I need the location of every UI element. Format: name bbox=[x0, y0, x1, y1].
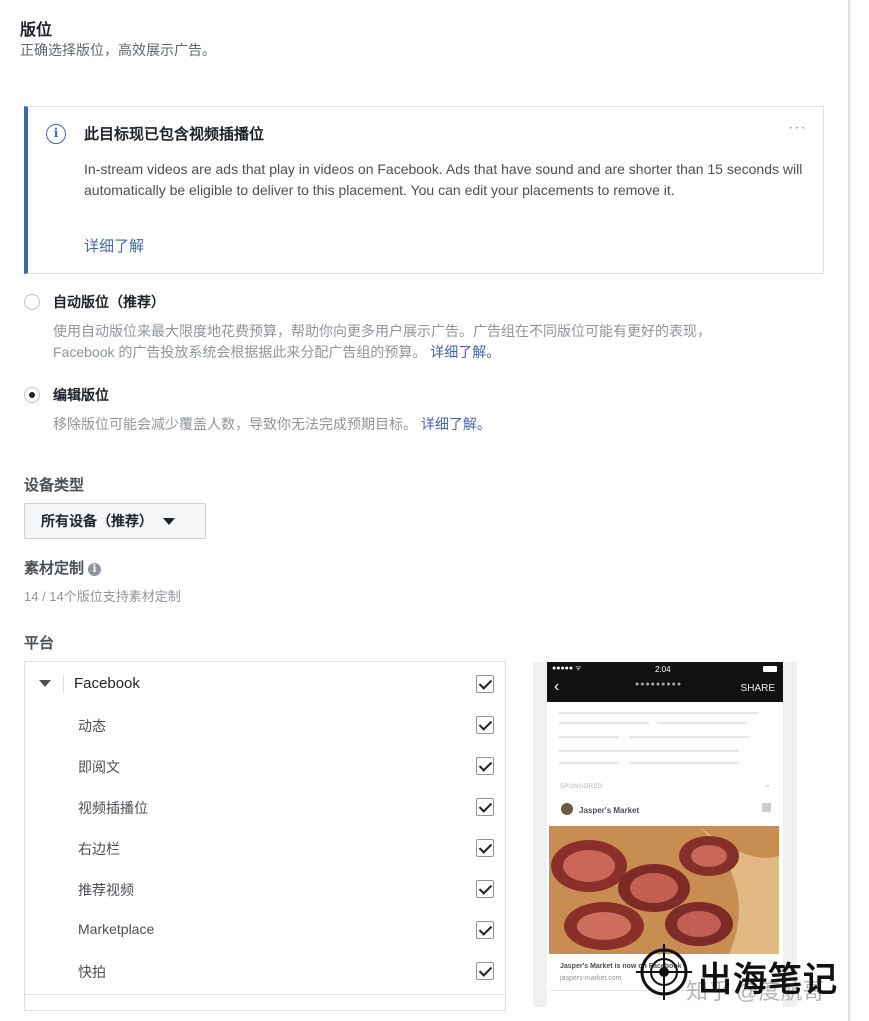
platform-item[interactable]: 快拍 bbox=[25, 950, 505, 991]
placeholder-line bbox=[629, 762, 739, 764]
platform-item-label: 动态 bbox=[78, 718, 106, 734]
placeholder-line bbox=[629, 736, 749, 738]
info-icon[interactable]: i bbox=[88, 563, 102, 576]
placeholder-line bbox=[559, 736, 619, 738]
placeholder-line bbox=[559, 762, 619, 764]
platform-item-label: 即阅文 bbox=[78, 759, 120, 775]
watermark: 知乎 @度航哥 出海笔记 bbox=[636, 942, 856, 1004]
sponsored-label: SPONSORED bbox=[560, 784, 603, 790]
platform-item[interactable]: 即阅文 bbox=[25, 745, 505, 786]
section-title: 版位 bbox=[20, 22, 53, 39]
checkbox[interactable] bbox=[476, 839, 494, 857]
status-time: 2:04 bbox=[655, 665, 671, 674]
platform-item[interactable]: 动态 bbox=[25, 704, 505, 745]
radio-description: 移除版位可能会减少覆盖人数，导致你无法完成预期目标。 详细了解。 bbox=[53, 416, 491, 432]
back-arrow-icon: ‹ bbox=[554, 678, 560, 695]
notice-title: 此目标现已包含视频插播位 bbox=[84, 126, 265, 143]
share-label: SHARE bbox=[740, 683, 775, 694]
page-name: Jasper's Market bbox=[579, 806, 640, 815]
radio-button[interactable] bbox=[24, 294, 40, 310]
placeholder-line bbox=[559, 750, 739, 752]
platform-item-label: Marketplace bbox=[78, 921, 155, 937]
checkbox[interactable] bbox=[476, 880, 494, 898]
learn-more-link[interactable]: 详细了解。 bbox=[430, 344, 500, 360]
divider bbox=[25, 994, 505, 995]
radio-label: 自动版位（推荐） bbox=[53, 294, 165, 310]
notice-banner: i 此目标现已包含视频插播位 ··· In-stream videos are … bbox=[24, 106, 824, 274]
platform-item[interactable]: Marketplace bbox=[25, 909, 505, 950]
platform-item-label: 推荐视频 bbox=[78, 882, 134, 898]
more-options-icon[interactable]: ··· bbox=[788, 119, 807, 137]
signal-icon: ●●●●● ᯤ bbox=[552, 665, 582, 672]
watermark-text: 出海笔记 bbox=[698, 961, 838, 999]
platform-item-label: 视频插播位 bbox=[78, 800, 148, 816]
radio-button[interactable] bbox=[24, 387, 40, 403]
platform-group-facebook[interactable]: Facebook bbox=[25, 663, 505, 704]
asset-customization-info: 14 / 14个版位支持素材定制 bbox=[24, 589, 181, 604]
collapse-caret-icon[interactable] bbox=[39, 680, 51, 687]
platform-item[interactable]: 视频插播位 bbox=[25, 786, 505, 827]
device-type-dropdown[interactable]: 所有设备（推荐） bbox=[24, 503, 206, 539]
platform-item-label: 快拍 bbox=[78, 964, 106, 980]
info-icon: i bbox=[46, 124, 66, 144]
checkbox[interactable] bbox=[476, 798, 494, 816]
caret-down-icon bbox=[163, 517, 175, 525]
section-subtitle: 正确选择版位，高效展示广告。 bbox=[20, 42, 216, 58]
learn-more-link[interactable]: 详细了解。 bbox=[421, 416, 491, 432]
platforms-label: 平台 bbox=[24, 635, 55, 652]
placeholder-line bbox=[559, 712, 759, 714]
platform-list: Facebook 动态 即阅文 视频插播位 右边栏 推荐视频 Marketpla… bbox=[24, 661, 506, 1011]
checkbox[interactable] bbox=[476, 921, 494, 939]
device-type-label: 设备类型 bbox=[24, 477, 85, 494]
phone-status-bar: ●●●●● ᯤ 2:04 ‹ ●●●●●●●●● SHARE bbox=[547, 662, 783, 702]
page-avatar bbox=[561, 803, 573, 815]
placeholder-line bbox=[559, 722, 649, 724]
divider bbox=[63, 675, 64, 693]
radio-label: 编辑版位 bbox=[53, 387, 109, 403]
asset-customization-label: 素材定制 i bbox=[24, 557, 102, 578]
notice-learn-more-link[interactable]: 详细了解 bbox=[84, 235, 144, 256]
placeholder-line bbox=[657, 722, 747, 724]
checkbox[interactable] bbox=[476, 962, 494, 980]
notice-body: In-stream videos are ads that play in vi… bbox=[84, 161, 803, 198]
platform-item[interactable]: 右边栏 bbox=[25, 827, 505, 868]
chevron-down-icon: ⌄ bbox=[764, 780, 771, 789]
battery-icon bbox=[763, 666, 777, 672]
checkbox[interactable] bbox=[476, 757, 494, 775]
platform-group-label: Facebook bbox=[74, 675, 140, 692]
radio-description: 使用自动版位来最大限度地花费预算，帮助你向更多用户展示广告。广告组在不同版位可能… bbox=[53, 323, 711, 360]
pager-dots: ●●●●●●●●● bbox=[635, 681, 683, 688]
radio-edit-placements[interactable]: 编辑版位 bbox=[24, 385, 109, 405]
ad-image bbox=[549, 826, 779, 954]
radio-automatic-placements[interactable]: 自动版位（推荐） bbox=[24, 292, 165, 312]
platform-item[interactable]: 推荐视频 bbox=[25, 868, 505, 909]
dropdown-value: 所有设备（推荐） bbox=[41, 513, 153, 529]
ad-url: jaspers-market.com bbox=[560, 975, 622, 982]
panel-right-border bbox=[848, 0, 850, 1021]
platform-item-label: 右边栏 bbox=[78, 841, 120, 857]
checkbox[interactable] bbox=[476, 675, 494, 693]
like-icon bbox=[762, 803, 771, 812]
checkbox[interactable] bbox=[476, 716, 494, 734]
